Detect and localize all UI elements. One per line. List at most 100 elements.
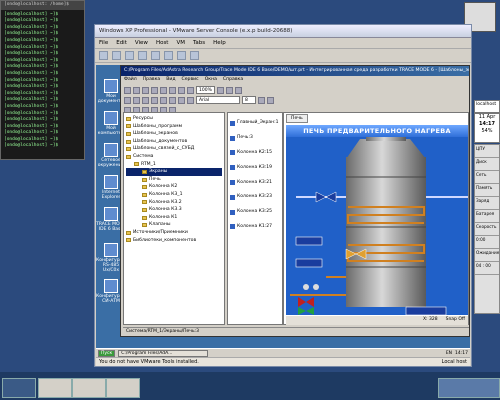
menu-vm[interactable]: VM: [176, 40, 185, 46]
tree-item[interactable]: Ресурсы: [126, 115, 222, 123]
save-icon[interactable]: [142, 86, 149, 94]
tree-item-label: Колонна К2: [149, 184, 178, 190]
print-icon[interactable]: [151, 86, 158, 94]
screen-list-item[interactable]: Главный_Экран:1: [230, 116, 280, 131]
trend-icon[interactable]: [178, 96, 185, 104]
app-menu-edit[interactable]: Правка: [143, 77, 160, 84]
tree-item[interactable]: Колонна К2: [126, 183, 222, 191]
pump-icon[interactable]: [313, 284, 319, 290]
tree-item[interactable]: Клапаны: [126, 221, 222, 229]
menu-tabs[interactable]: Tabs: [193, 40, 205, 46]
tree-item[interactable]: Система: [126, 153, 222, 161]
screen-list-item[interactable]: Колонна К2:15: [230, 146, 280, 161]
host-window-thumb[interactable]: [38, 378, 72, 398]
font-select[interactable]: Arial: [196, 96, 240, 104]
tree-item-label: Клапаны: [149, 222, 171, 228]
quick-switch-icon[interactable]: [190, 51, 199, 60]
screen-list-item[interactable]: Колонна К3:25: [230, 205, 280, 220]
power-on-icon[interactable]: [125, 51, 134, 60]
text-icon[interactable]: [160, 96, 167, 104]
host-window-thumb[interactable]: [106, 378, 140, 398]
tree-item[interactable]: Шаблоны_экранов: [126, 130, 222, 138]
undo-icon[interactable]: [187, 86, 194, 94]
valve-icon[interactable]: [306, 307, 314, 315]
menu-host[interactable]: Host: [156, 40, 169, 46]
project-tree[interactable]: Ресурсы Шаблоны_программ Шаблоны_экранов Ша…: [123, 112, 225, 325]
valve-icon[interactable]: [325, 191, 337, 203]
screen-list-item[interactable]: Печь:3: [230, 131, 280, 146]
button-tool-icon[interactable]: [187, 96, 194, 104]
screen-list-item[interactable]: Колонна К1:27: [230, 220, 280, 235]
mnemonic-canvas[interactable]: ПЕЧЬ ПРЕДВАРИТЕЛЬНОГО НАГРЕВА: [286, 125, 468, 315]
open-icon[interactable]: [133, 86, 140, 94]
app-menu-view[interactable]: Вид: [166, 77, 175, 84]
start-button[interactable]: Пуск: [98, 349, 116, 357]
revert-icon[interactable]: [164, 51, 173, 60]
cut-icon[interactable]: [160, 86, 167, 94]
zoom-out-icon[interactable]: [225, 86, 233, 94]
screen-list-item[interactable]: Колонна К3:21: [230, 175, 280, 190]
font-size-select[interactable]: 8: [242, 96, 256, 104]
trace-mode-window[interactable]: C:/Program Files/AdAstra Research Group/…: [120, 65, 470, 337]
tree-item[interactable]: Колонна К3.2: [126, 199, 222, 207]
drawing-panel[interactable]: Печь ПЕЧЬ ПРЕДВАРИТЕЛЬНОГО НАГРЕВА X: 32…: [283, 112, 469, 325]
app-menu-file[interactable]: Файл: [124, 77, 137, 84]
host-window-thumb[interactable]: [72, 378, 106, 398]
italic-icon[interactable]: [267, 96, 274, 104]
tree-item[interactable]: Экраны: [126, 168, 222, 176]
tree-item[interactable]: Колонна К3_1: [126, 191, 222, 199]
tree-item[interactable]: Шаблоны_программ: [126, 123, 222, 131]
ellipse-icon[interactable]: [151, 96, 158, 104]
language-indicator[interactable]: EN: [446, 351, 452, 356]
valve-icon[interactable]: [315, 191, 327, 203]
vmware-window[interactable]: Windows XP Professional - VMware Server …: [94, 24, 472, 367]
menu-edit[interactable]: Edit: [116, 40, 127, 46]
reset-icon[interactable]: [138, 51, 147, 60]
copy-icon[interactable]: [169, 86, 176, 94]
host-window-thumb[interactable]: [438, 378, 500, 398]
zoom-select[interactable]: 100%: [196, 86, 215, 94]
paste-icon[interactable]: [178, 86, 185, 94]
pause-icon[interactable]: [112, 51, 121, 60]
zoom-in-icon[interactable]: [216, 86, 224, 94]
menu-view[interactable]: View: [135, 40, 148, 46]
new-icon[interactable]: [124, 86, 131, 94]
host-window-thumb[interactable]: [2, 378, 36, 398]
bold-icon[interactable]: [258, 96, 265, 104]
app-menu-help[interactable]: Справка: [223, 77, 243, 84]
monitor-cell: 04 : 00: [475, 262, 499, 275]
tree-item[interactable]: Колонна К3.3: [126, 206, 222, 214]
menu-help[interactable]: Help: [213, 40, 226, 46]
guest-desktop[interactable]: Мои документы Мой компьютер Сетевое окру…: [96, 65, 470, 348]
screen-list-item[interactable]: Колонна К3:19: [230, 160, 280, 175]
valve-icon[interactable]: [298, 297, 306, 307]
terminal-line: [ondo@localhost] ~]$: [4, 70, 59, 76]
tree-item[interactable]: Печь: [126, 176, 222, 184]
grid-icon[interactable]: [234, 86, 242, 94]
tree-item[interactable]: RTM_1: [126, 161, 222, 169]
pump-icon[interactable]: [303, 284, 309, 290]
tree-item[interactable]: Источники/Приемники: [126, 229, 222, 237]
rect-icon[interactable]: [142, 96, 149, 104]
taskbar-window-button[interactable]: C:/Program Files/AdA...: [118, 349, 209, 357]
line-icon[interactable]: [133, 96, 140, 104]
image-icon[interactable]: [169, 96, 176, 104]
tree-item[interactable]: Библиотеки_компонентов: [126, 237, 222, 245]
valve-icon[interactable]: [306, 297, 314, 307]
app-menu-service[interactable]: Сервис: [182, 77, 199, 84]
tree-item[interactable]: Колонна К1: [126, 214, 222, 222]
tree-item[interactable]: Шаблоны_связей_с_СУБД: [126, 145, 222, 153]
tree-item[interactable]: Шаблоны_документов: [126, 138, 222, 146]
screen-list-item[interactable]: Колонна К3:23: [230, 190, 280, 205]
tab-pech[interactable]: Печь: [286, 114, 308, 123]
snapshot-icon[interactable]: [151, 51, 160, 60]
fullscreen-icon[interactable]: [177, 51, 186, 60]
power-off-icon[interactable]: [99, 51, 108, 60]
furnace-top: [346, 139, 426, 159]
terminal-window[interactable]: [ondo@localhost: /home]$ [ondo@localhost…: [0, 0, 85, 160]
pointer-icon[interactable]: [124, 96, 131, 104]
app-menu-windows[interactable]: Окна: [205, 77, 217, 84]
menu-file[interactable]: File: [99, 40, 108, 46]
screen-list[interactable]: Главный_Экран:1 Печь:3 Колонна К2:15 Колонн…: [227, 112, 283, 325]
valve-icon[interactable]: [298, 307, 306, 315]
